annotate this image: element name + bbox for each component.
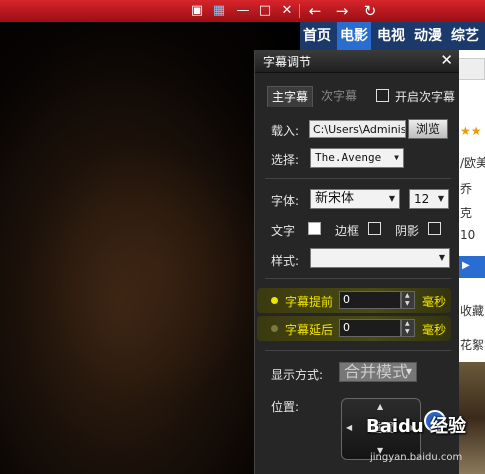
subtitle-select-value: The.Avenge (315, 151, 382, 164)
info-region: /欧美 (460, 156, 485, 170)
trailer-link[interactable]: 花絮 (460, 336, 484, 353)
watermark-site: jingyan.baidu.com (370, 452, 463, 463)
info-cast: 克 (460, 206, 473, 220)
delay-label: 字幕延后 (285, 323, 334, 337)
advance-input[interactable]: 0 (339, 291, 401, 309)
info-director: 乔 (460, 182, 473, 196)
divider (265, 278, 451, 279)
size-select[interactable]: 12 ▼ (409, 189, 449, 209)
dialog-title: 字幕调节 (263, 55, 312, 69)
display-mode-label: 显示方式: (271, 368, 324, 382)
size-select-value: 12 (414, 192, 430, 206)
color-palette-icon[interactable]: ▦ (210, 2, 228, 20)
delay-stepper[interactable]: ▲ ▼ (401, 319, 415, 337)
select-label: 选择: (271, 153, 300, 167)
enable-secondary-label: 开启次字幕 (395, 90, 456, 104)
shadow-label: 阴影 (395, 224, 420, 238)
style-label: 样式: (271, 254, 300, 268)
up-arrow-icon: ▲ (405, 320, 410, 327)
tab-movie[interactable]: 电影 (337, 22, 371, 50)
tab-tv[interactable]: 电视 (374, 22, 408, 50)
video-frame (40, 142, 270, 402)
tab-secondary-subtitle[interactable]: 次字幕 (317, 86, 361, 106)
down-arrow-icon: ▼ (405, 328, 410, 335)
advance-label: 字幕提前 (285, 295, 334, 309)
tab-home[interactable]: 首页 (300, 22, 334, 50)
category-nav: 首页 电影 电视 动漫 综艺 (300, 22, 485, 50)
divider (265, 350, 451, 351)
chevron-down-icon: ▼ (388, 194, 395, 203)
watermark: Baidu 经验 jingyan.baidu.com (364, 408, 485, 474)
style-select[interactable]: ▼ (310, 248, 450, 268)
chevron-down-icon: ▼ (438, 253, 445, 262)
tab-variety[interactable]: 综艺 (448, 22, 482, 50)
advance-unit: 毫秒 (422, 295, 447, 309)
move-left-icon[interactable]: ◀ (346, 423, 352, 432)
comment-icon[interactable]: ▣ (188, 2, 206, 20)
text-color-swatch[interactable] (308, 222, 321, 235)
browse-button[interactable]: 浏览 (408, 119, 448, 139)
down-arrow-icon: ▼ (405, 300, 410, 307)
radio-advance[interactable] (271, 297, 278, 304)
subtitle-path-field[interactable]: C:\Users\Administra (309, 120, 406, 138)
text-color-label: 文字 (271, 224, 296, 238)
favorite-link[interactable]: 收藏 (460, 302, 484, 319)
dialog-close-icon[interactable]: ✕ (440, 51, 453, 69)
delay-unit: 毫秒 (422, 323, 447, 337)
up-arrow-icon: ▲ (405, 292, 410, 299)
title-bar: ▣ ▦ — □ ✕ ← → ↻ (0, 0, 485, 22)
forward-arrow-icon[interactable]: → (333, 2, 351, 20)
dialog-titlebar: 字幕调节 ✕ (255, 50, 459, 73)
font-select-value: 新宋体 (315, 191, 355, 206)
tab-primary-subtitle[interactable]: 主字幕 (267, 86, 314, 107)
close-icon[interactable]: ✕ (278, 2, 296, 20)
info-year: 10 (460, 228, 476, 242)
subtitle-select[interactable]: The.Avenge ▼ (310, 148, 404, 168)
font-label: 字体: (271, 194, 300, 208)
delay-input[interactable]: 0 (339, 319, 401, 337)
display-mode-value: 合并模式 (344, 362, 409, 381)
watermark-brand: Baidu 经验 (366, 416, 467, 437)
load-label: 载入: (271, 124, 300, 138)
border-checkbox[interactable] (368, 222, 381, 235)
display-mode-select[interactable]: 合并模式 ▼ (339, 362, 417, 382)
maximize-icon[interactable]: □ (256, 2, 274, 20)
enable-secondary-checkbox[interactable] (376, 89, 389, 102)
rating-stars-icon: ★★ (460, 124, 482, 138)
refresh-icon[interactable]: ↻ (361, 2, 379, 20)
border-label: 边框 (335, 224, 360, 238)
chevron-down-icon: ▼ (437, 194, 444, 203)
advance-stepper[interactable]: ▲ ▼ (401, 291, 415, 309)
back-arrow-icon[interactable]: ← (306, 2, 324, 20)
play-icon: ▶ (462, 260, 470, 271)
separator (299, 4, 300, 18)
chevron-down-icon: ▼ (394, 153, 399, 162)
minimize-icon[interactable]: — (234, 2, 252, 20)
radio-delay[interactable] (271, 325, 278, 332)
divider (265, 178, 451, 179)
search-box[interactable] (458, 58, 485, 80)
chevron-down-icon: ▼ (405, 367, 412, 376)
play-button[interactable]: ▶ (458, 256, 485, 278)
position-label: 位置: (271, 400, 300, 414)
shadow-checkbox[interactable] (428, 222, 441, 235)
font-select[interactable]: 新宋体 ▼ (310, 189, 400, 209)
tab-anime[interactable]: 动漫 (411, 22, 445, 50)
